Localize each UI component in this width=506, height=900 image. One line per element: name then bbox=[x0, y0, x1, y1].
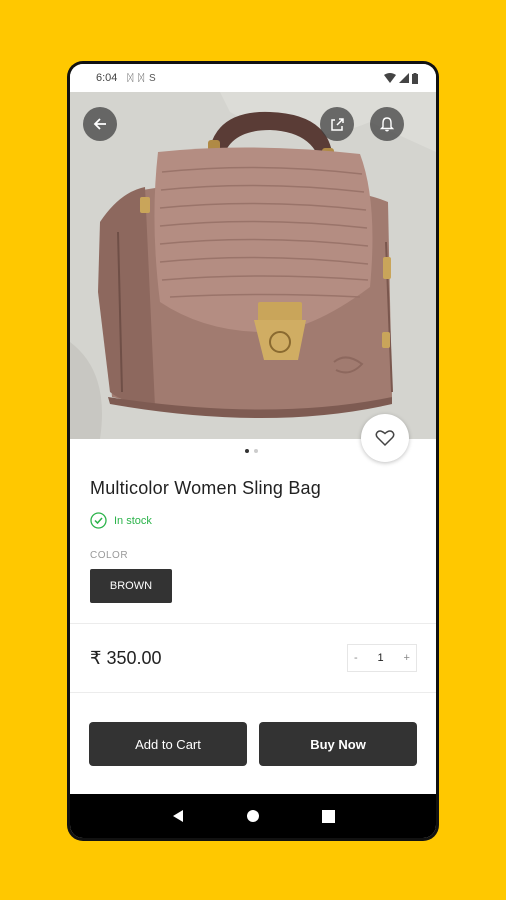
nav-back-icon[interactable] bbox=[171, 809, 185, 823]
battery-icon bbox=[412, 72, 418, 84]
nav-recents-icon[interactable] bbox=[322, 809, 336, 823]
system-nav-bar bbox=[70, 794, 436, 838]
pager-dot[interactable] bbox=[254, 449, 258, 453]
status-right bbox=[384, 72, 418, 84]
product-title: Multicolor Women Sling Bag bbox=[90, 478, 321, 498]
buy-now-button[interactable]: Buy Now bbox=[259, 722, 417, 766]
share-icon bbox=[331, 118, 344, 131]
phone-frame: 6:04 ᛞ ᛞ S Multicolor Women Sling Bag In… bbox=[67, 61, 439, 841]
share-button[interactable] bbox=[320, 107, 354, 141]
qty-value: 1 bbox=[377, 652, 384, 664]
wifi-icon bbox=[384, 73, 396, 83]
divider bbox=[70, 692, 436, 693]
stock-status: In stock bbox=[90, 512, 152, 529]
add-to-cart-button[interactable]: Add to Cart bbox=[89, 722, 247, 766]
qty-plus-button[interactable]: + bbox=[404, 652, 410, 664]
status-time: 6:04 bbox=[96, 72, 118, 84]
color-option-brown[interactable]: BROWN bbox=[90, 569, 172, 603]
handbag-image bbox=[70, 92, 436, 439]
qty-minus-button[interactable]: - bbox=[354, 652, 358, 664]
nav-home-icon[interactable] bbox=[246, 809, 260, 823]
back-arrow-icon bbox=[93, 118, 106, 130]
check-circle-icon bbox=[90, 512, 107, 529]
product-price: ₹ 350.00 bbox=[90, 648, 162, 668]
color-label: COLOR bbox=[90, 550, 129, 561]
signal-icon bbox=[399, 73, 409, 83]
quantity-stepper: - 1 + bbox=[347, 644, 417, 672]
image-pager bbox=[245, 449, 258, 453]
app-screen: 6:04 ᛞ ᛞ S Multicolor Women Sling Bag In… bbox=[70, 64, 436, 838]
back-button[interactable] bbox=[83, 107, 117, 141]
notify-button[interactable] bbox=[370, 107, 404, 141]
bell-icon bbox=[379, 117, 395, 132]
notification-icons: ᛞ ᛞ S bbox=[127, 72, 157, 84]
favorite-button[interactable] bbox=[361, 414, 409, 462]
heart-icon bbox=[375, 430, 395, 447]
product-image[interactable] bbox=[70, 92, 436, 439]
stock-label: In stock bbox=[114, 514, 152, 527]
status-bar: 6:04 ᛞ ᛞ S bbox=[70, 64, 436, 92]
divider bbox=[70, 623, 436, 624]
pager-dot[interactable] bbox=[245, 449, 249, 453]
